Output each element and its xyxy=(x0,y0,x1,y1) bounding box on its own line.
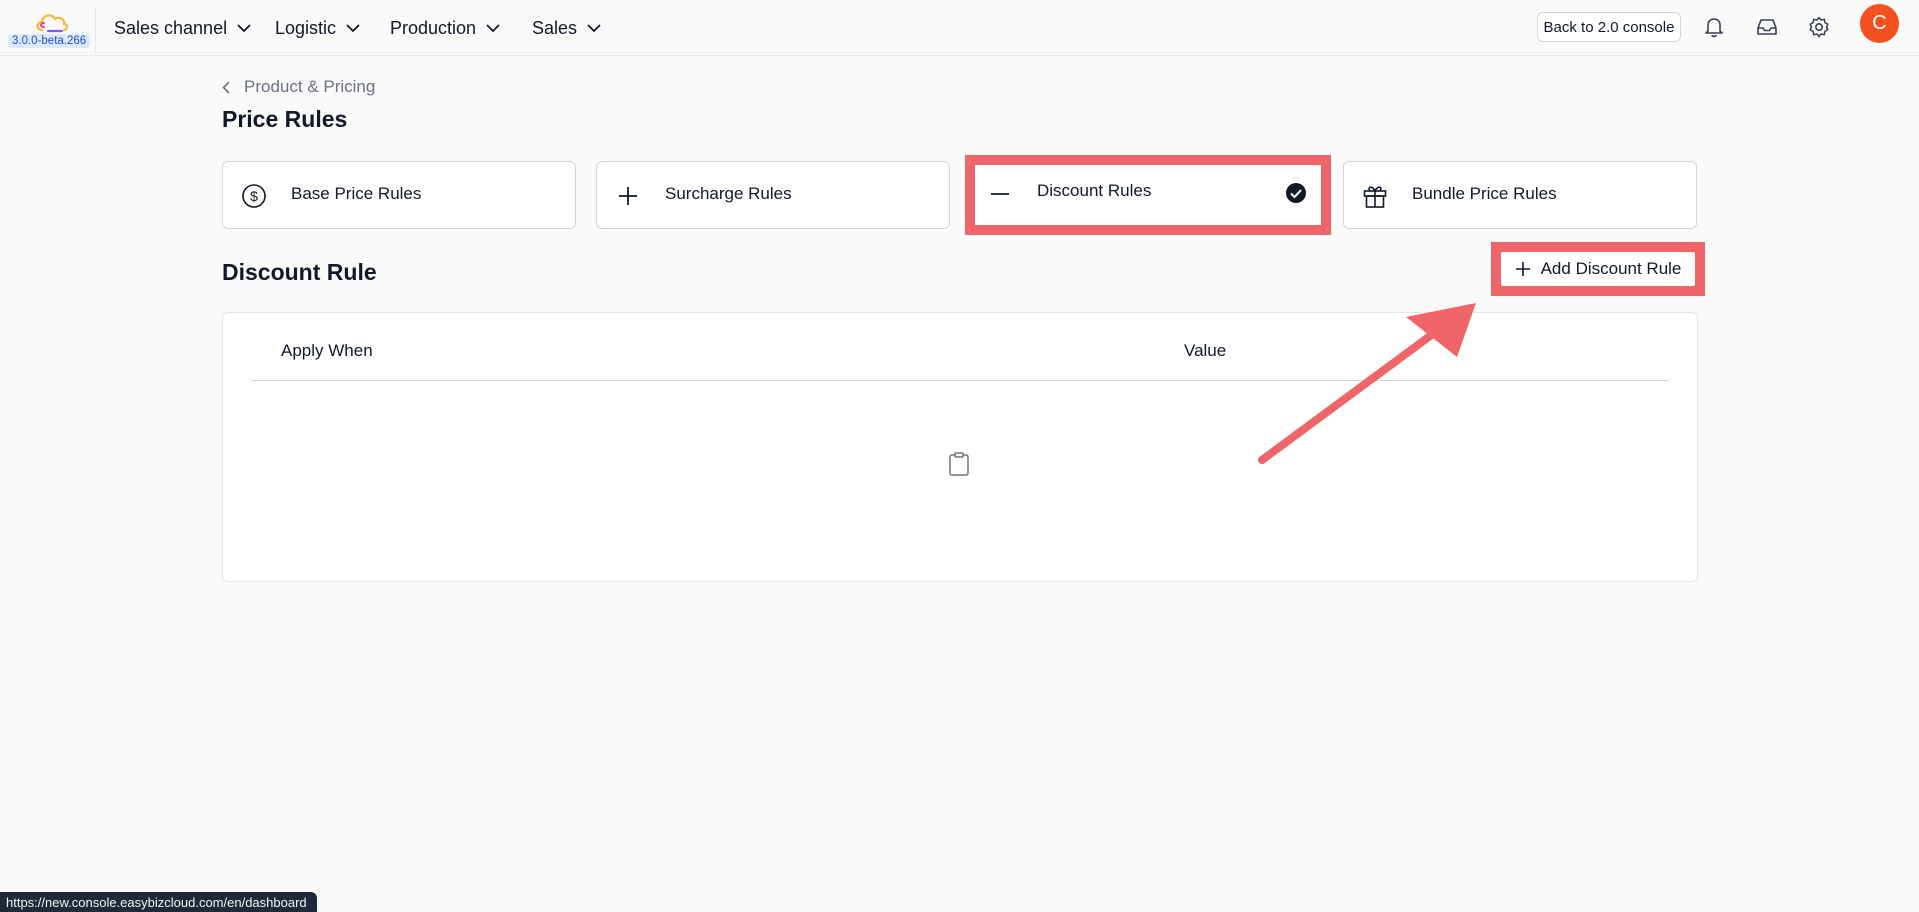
nav-logistic[interactable]: Logistic xyxy=(275,0,360,56)
plus-icon xyxy=(1515,261,1531,277)
highlight-frame: Add Discount Rule xyxy=(1491,242,1705,296)
chevron-down-icon xyxy=(346,23,360,33)
breadcrumb-label: Product & Pricing xyxy=(244,77,376,96)
rule-card-label: Base Price Rules xyxy=(291,184,422,203)
section-title: Discount Rule xyxy=(222,259,377,285)
rule-card-bundle-price[interactable]: Bundle Price Rules xyxy=(1343,161,1697,229)
dollar-circle-icon: $ xyxy=(241,183,267,209)
add-button-label: Add Discount Rule xyxy=(1540,259,1682,278)
discount-rules-table: Apply When Value xyxy=(222,312,1698,582)
nav-label: Sales channel xyxy=(114,17,228,38)
column-header-apply-when: Apply When xyxy=(281,341,373,360)
minus-icon xyxy=(987,181,1013,207)
back-to-console-button[interactable]: Back to 2.0 console xyxy=(1537,12,1681,42)
nav-sales[interactable]: Sales xyxy=(532,0,601,56)
rule-card-label: Bundle Price Rules xyxy=(1412,184,1557,203)
inbox-icon[interactable] xyxy=(1754,14,1780,40)
rule-card-label: Discount Rules xyxy=(1037,181,1152,200)
page-title: Price Rules xyxy=(222,106,348,132)
nav-label: Production xyxy=(390,17,477,38)
chevron-down-icon xyxy=(237,23,251,33)
nav-label: Logistic xyxy=(275,17,337,38)
version-badge: 3.0.0-beta.266 xyxy=(8,34,91,48)
nav-production[interactable]: Production xyxy=(390,0,500,56)
nav-sales-channel[interactable]: Sales channel xyxy=(114,0,251,56)
status-bar-url: https://new.console.easybizcloud.com/en/… xyxy=(0,892,317,912)
chevron-left-icon xyxy=(222,80,230,94)
top-navigation-bar: 3.0.0-beta.266 Sales channel Logistic Pr… xyxy=(0,0,1919,56)
rule-card-base-price[interactable]: $ Base Price Rules xyxy=(222,161,576,229)
check-circle-icon xyxy=(1285,182,1307,204)
nav-label: Sales xyxy=(532,17,578,38)
header-divider xyxy=(251,380,1669,381)
chevron-down-icon xyxy=(486,23,500,33)
user-avatar[interactable]: C xyxy=(1860,4,1899,43)
bell-icon[interactable] xyxy=(1701,14,1727,40)
svg-text:$: $ xyxy=(250,188,258,204)
rule-card-surcharge[interactable]: Surcharge Rules xyxy=(596,161,950,229)
cloud-logo-icon xyxy=(36,14,69,33)
breadcrumb[interactable]: Product & Pricing xyxy=(222,76,375,98)
rule-card-discount[interactable]: Discount Rules xyxy=(965,155,1331,235)
plus-icon xyxy=(615,183,641,209)
gear-icon[interactable] xyxy=(1806,14,1832,40)
column-header-value: Value xyxy=(1184,341,1227,360)
rule-card-label: Surcharge Rules xyxy=(665,184,792,203)
gift-icon xyxy=(1362,183,1388,209)
app-logo[interactable]: 3.0.0-beta.266 xyxy=(6,8,96,52)
add-discount-rule-button[interactable]: Add Discount Rule xyxy=(1501,252,1695,286)
chevron-down-icon xyxy=(587,23,601,33)
clipboard-icon xyxy=(948,451,970,482)
